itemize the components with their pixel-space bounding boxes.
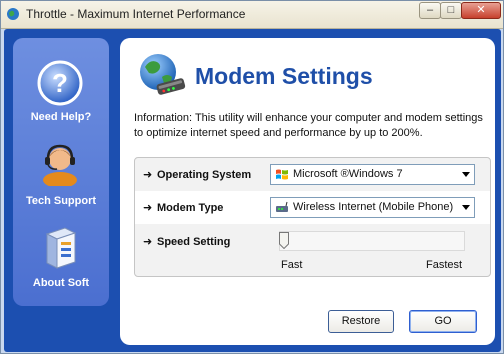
speed-min-label: Fast xyxy=(281,259,303,271)
speed-label: ➜ Speed Setting xyxy=(143,236,231,248)
sidebar-item-about-soft[interactable]: About Soft xyxy=(13,222,109,292)
close-icon: ✕ xyxy=(476,4,486,16)
window-title: Throttle - Maximum Internet Performance xyxy=(26,7,246,21)
sidebar: ? Need Help? Tech Support About Soft xyxy=(13,38,109,306)
arrow-right-icon: ➜ xyxy=(143,169,153,181)
speed-slider-track[interactable] xyxy=(279,231,465,251)
globe-modem-icon xyxy=(140,54,186,95)
sidebar-item-need-help[interactable]: ? Need Help? xyxy=(13,58,109,128)
support-agent-icon xyxy=(43,144,77,186)
sidebar-item-label: Need Help? xyxy=(30,111,92,123)
chevron-down-icon[interactable] xyxy=(459,166,473,183)
modem-select-value: Wireless Internet (Mobile Phone) xyxy=(293,201,454,213)
page-title: Modem Settings xyxy=(195,63,373,89)
sidebar-item-label: About Soft xyxy=(32,277,90,289)
close-button[interactable]: ✕ xyxy=(461,2,501,19)
software-box-icon xyxy=(45,227,77,269)
modem-icon xyxy=(276,201,288,212)
info-text: Information: This utility will enhance y… xyxy=(134,112,483,139)
main-panel: Modem Settings Information: This utility… xyxy=(120,38,495,345)
os-label: ➜ Operating System xyxy=(143,169,252,181)
sidebar-item-tech-support[interactable]: Tech Support xyxy=(13,140,109,210)
app-globe-icon xyxy=(7,8,19,20)
speed-max-label: Fastest xyxy=(426,259,463,271)
restore-button[interactable]: Restore xyxy=(328,310,394,333)
title-bar[interactable]: Throttle - Maximum Internet Performance … xyxy=(1,1,503,29)
speed-slider-thumb[interactable] xyxy=(279,232,289,249)
maximize-button[interactable]: □ xyxy=(440,2,462,19)
sidebar-item-label: Tech Support xyxy=(25,195,97,207)
os-select-value: Microsoft ®Windows 7 xyxy=(293,168,403,180)
chevron-down-icon[interactable] xyxy=(459,199,473,216)
modem-select[interactable]: Wireless Internet (Mobile Phone) xyxy=(270,197,475,218)
go-button[interactable]: GO xyxy=(409,310,477,333)
help-question-icon: ? xyxy=(37,60,83,106)
settings-panel: ➜Operating System Microsoft ®Windows 7 xyxy=(134,157,491,277)
minimize-button[interactable]: – xyxy=(419,2,441,19)
arrow-right-icon: ➜ xyxy=(143,236,153,248)
os-row: ➜ Operating System Microsoft ®Windows 7 xyxy=(135,158,490,191)
maximize-icon: □ xyxy=(447,4,455,16)
minimize-icon: – xyxy=(426,4,434,16)
modem-label: ➜ Modem Type xyxy=(143,202,224,214)
app-window: Throttle - Maximum Internet Performance … xyxy=(0,0,504,354)
arrow-right-icon: ➜ xyxy=(143,202,153,214)
svg-text:?: ? xyxy=(52,68,68,98)
modem-row: ➜ Modem Type Wireless Internet (Mobile Ph… xyxy=(135,191,490,224)
os-select[interactable]: Microsoft ®Windows 7 xyxy=(270,164,475,185)
speed-row: ➜ Speed Setting Fast Fastest xyxy=(135,224,490,276)
windows-logo-icon xyxy=(276,169,288,180)
